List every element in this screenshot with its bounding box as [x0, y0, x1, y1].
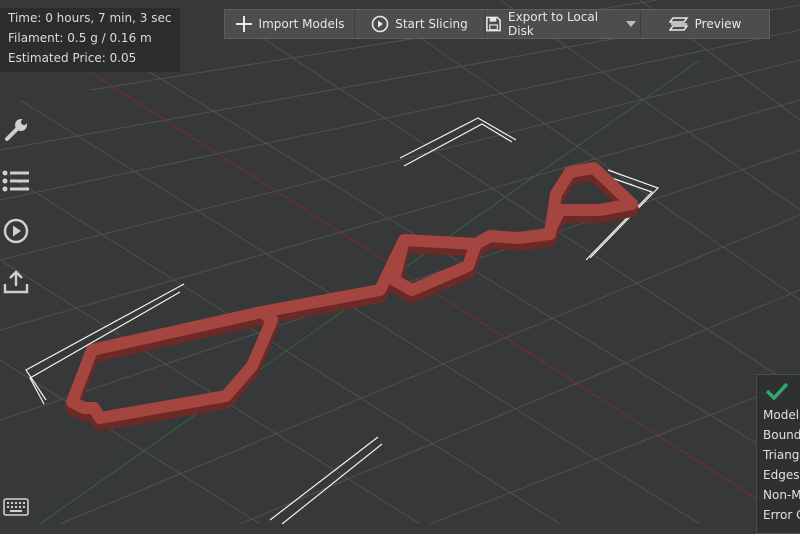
model-info-rows: Model: Boundi Triangl Edges: Non-M Error… [763, 405, 800, 525]
print-time: Time: 0 hours, 7 min, 3 sec [8, 11, 172, 25]
estimated-price: Estimated Price: 0.05 [8, 51, 137, 65]
wrench-icon [5, 119, 27, 141]
model-info-row: Error C [763, 508, 800, 522]
model-info-row: Triangl [763, 448, 800, 462]
start-slicing-button[interactable]: Start Slicing [355, 10, 485, 38]
export-local-disk-button[interactable]: Export to Local Disk [485, 10, 621, 38]
list-icon [2, 170, 29, 192]
play-button[interactable] [2, 217, 30, 245]
export-dropdown-button[interactable] [621, 10, 641, 38]
model-info-row: Edges: [763, 468, 800, 482]
3d-viewport[interactable] [0, 0, 800, 524]
model-info-panel: Model: Boundi Triangl Edges: Non-M Error… [756, 374, 800, 534]
preview-button[interactable]: Preview [641, 10, 769, 38]
play-icon [3, 218, 29, 244]
model-info-row: Non-M [763, 488, 800, 502]
import-models-label: Import Models [258, 17, 345, 31]
filament-usage: Filament: 0.5 g / 0.16 m [8, 31, 152, 45]
play-circle-icon [371, 15, 389, 33]
preview-label: Preview [694, 17, 742, 31]
model-list-button[interactable] [2, 167, 30, 195]
floppy-disk-icon [486, 16, 501, 32]
plus-icon [235, 16, 252, 32]
keyboard-button[interactable] [2, 494, 30, 520]
import-models-button[interactable]: Import Models [225, 10, 355, 38]
upload-button[interactable] [2, 268, 30, 296]
layers-icon [668, 17, 689, 31]
main-toolbar: Import Models Start Slicing Export to Lo… [224, 9, 770, 39]
model-info-row: Boundi [763, 428, 800, 442]
model-info-row: Model: [763, 408, 800, 422]
settings-wrench-button[interactable] [2, 116, 30, 144]
start-slicing-label: Start Slicing [395, 17, 468, 31]
print-info-panel: Time: 0 hours, 7 min, 3 sec Filament: 0.… [0, 8, 180, 72]
chevron-down-icon [625, 21, 636, 27]
upload-icon [3, 270, 29, 294]
keyboard-icon [3, 498, 29, 516]
check-icon [765, 382, 789, 401]
export-local-disk-label: Export to Local Disk [508, 10, 599, 38]
